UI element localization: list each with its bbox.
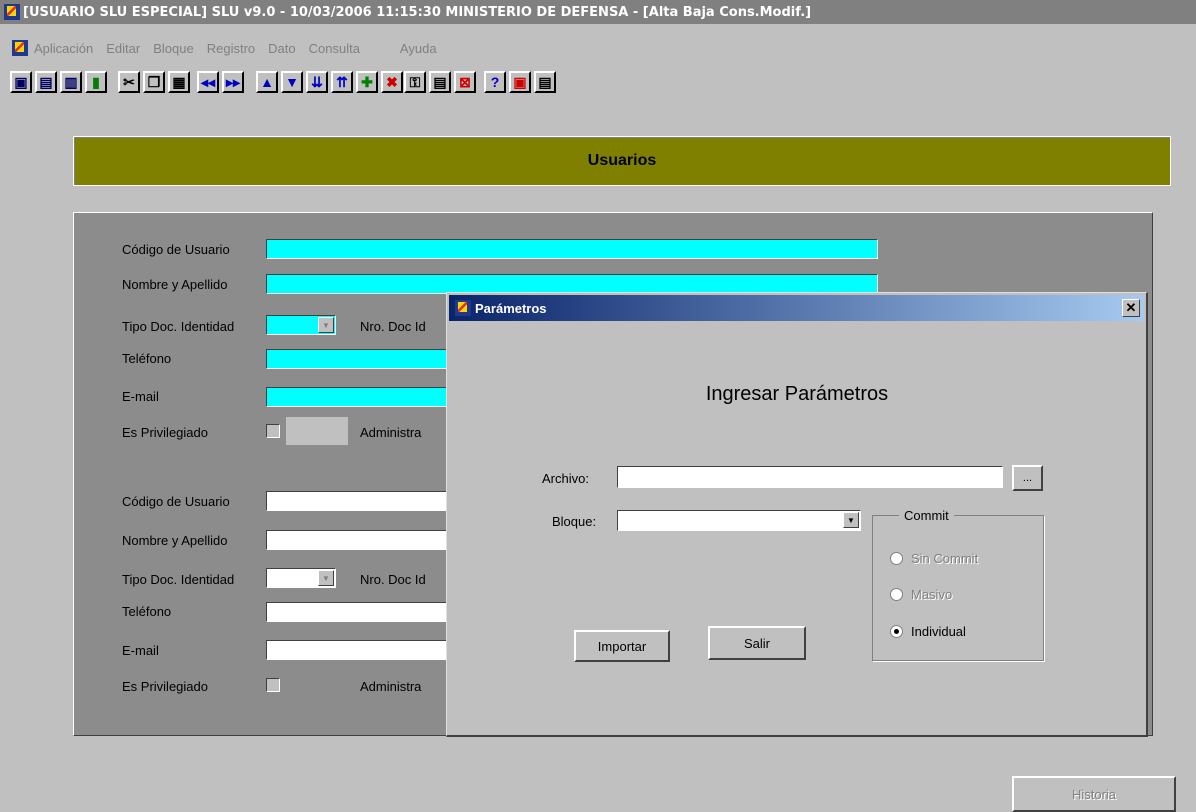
dialog-title-bar[interactable]: Parámetros ✕ [449, 295, 1144, 321]
copy-icon[interactable]: ❐ [143, 71, 165, 93]
display-error-icon[interactable]: ▤ [534, 71, 556, 93]
browse-button[interactable]: ... [1012, 465, 1043, 491]
nombre-apellido-field-2[interactable] [266, 530, 466, 550]
commit-group-label: Commit [899, 508, 954, 523]
chevron-down-icon[interactable]: ▼ [318, 317, 334, 333]
close-icon[interactable]: ✕ [1122, 299, 1140, 317]
tipo-doc-combo-2[interactable]: ▼ [266, 568, 336, 588]
print-preview-icon[interactable]: ▥ [60, 71, 82, 93]
label-archivo: Archivo: [542, 471, 589, 486]
document-icon[interactable] [12, 40, 28, 56]
chevron-down-icon[interactable]: ▼ [318, 570, 334, 586]
tipo-doc-combo[interactable]: ▼ [266, 315, 336, 335]
codigo-usuario-field[interactable] [266, 239, 878, 259]
privilegiado-checkbox-2[interactable] [266, 678, 280, 692]
label-email: E-mail [122, 389, 159, 404]
list-values-icon[interactable]: ▣ [509, 71, 531, 93]
section-title: Usuarios [587, 152, 657, 169]
label-nro-doc-2: Nro. Doc Id [360, 572, 426, 587]
label-tipo-doc: Tipo Doc. Identidad [122, 319, 235, 334]
label-bloque: Bloque: [552, 514, 597, 529]
codigo-usuario-field-2[interactable] [266, 491, 466, 511]
label-administra-2: Administra [360, 679, 422, 694]
app-icon [4, 4, 20, 20]
dialog-title: Parámetros [475, 300, 547, 316]
toolbar-help-group: ? ▣ ▤ [484, 71, 559, 97]
dialog-heading: Ingresar Parámetros [705, 383, 889, 405]
menu-bar: Aplicación Editar Bloque Registro Dato C… [0, 37, 1196, 59]
label-codigo-usuario-2: Código de Usuario [122, 494, 230, 509]
previous-block-icon[interactable]: ◂◂ [197, 71, 219, 93]
label-telefono-2: Teléfono [122, 604, 172, 619]
menu-dato[interactable]: Dato [268, 41, 295, 56]
menu-bloque[interactable]: Bloque [153, 41, 193, 56]
label-tipo-doc-2: Tipo Doc. Identidad [122, 572, 235, 587]
chevron-down-icon[interactable]: ▼ [843, 512, 859, 528]
save-icon[interactable]: ▣ [10, 71, 32, 93]
archivo-input[interactable] [617, 466, 1003, 488]
enter-query-icon[interactable]: ⚿ [404, 71, 426, 93]
sin-commit-label: Sin Commit [911, 551, 979, 566]
historia-button[interactable]: Historia [1012, 776, 1176, 812]
last-record-icon[interactable]: ⇊ [306, 71, 328, 93]
toolbar-query-group: ⚿ ▤ ⊠ [404, 71, 479, 97]
toolbar-record-group: ▲ ▼ ⇊ ⇈ ✚ ✖ [256, 71, 406, 97]
masivo-radio[interactable] [890, 588, 903, 601]
masivo-label: Masivo [911, 587, 953, 602]
label-administra: Administra [360, 425, 422, 440]
toolbar-block-group: ◂◂ ▸▸ [197, 71, 247, 97]
menu-editar[interactable]: Editar [106, 41, 140, 56]
toolbar-file-group: ▣ ▤ ▥ ▮ [10, 71, 110, 97]
label-telefono: Teléfono [122, 351, 172, 366]
next-record-icon[interactable]: ▼ [281, 71, 303, 93]
paste-icon[interactable]: ▦ [168, 71, 190, 93]
importar-button[interactable]: Importar [574, 630, 670, 662]
telefono-field-2[interactable] [266, 602, 466, 622]
label-es-privilegiado-2: Es Privilegiado [122, 679, 208, 694]
execute-query-icon[interactable]: ▤ [429, 71, 451, 93]
individual-label: Individual [911, 624, 966, 639]
menu-registro[interactable]: Registro [207, 41, 255, 56]
cut-icon[interactable]: ✂ [118, 71, 140, 93]
menu-consulta[interactable]: Consulta [309, 41, 360, 56]
delete-record-icon[interactable]: ✖ [381, 71, 403, 93]
sin-commit-radio[interactable] [890, 552, 903, 565]
insert-record-icon[interactable]: ✚ [356, 71, 378, 93]
individual-radio[interactable] [890, 625, 903, 638]
label-codigo-usuario: Código de Usuario [122, 242, 230, 257]
salir-button[interactable]: Salir [708, 626, 806, 660]
label-nro-doc: Nro. Doc Id [360, 319, 426, 334]
section-header: Usuarios [73, 136, 1171, 186]
label-nombre-apellido-2: Nombre y Apellido [122, 533, 228, 548]
next-block-icon[interactable]: ▸▸ [222, 71, 244, 93]
first-record-icon[interactable]: ⇈ [331, 71, 353, 93]
cancel-query-icon[interactable]: ⊠ [454, 71, 476, 93]
label-es-privilegiado: Es Privilegiado [122, 425, 208, 440]
toolbar-edit-group: ✂ ❐ ▦ [118, 71, 193, 97]
window-title: [USUARIO SLU ESPECIAL] SLU v9.0 - 10/03/… [23, 4, 812, 20]
privilegiado-checkbox[interactable] [266, 424, 280, 438]
window-title-bar: [USUARIO SLU ESPECIAL] SLU v9.0 - 10/03/… [0, 0, 1196, 24]
exit-door-icon[interactable]: ▮ [85, 71, 107, 93]
app-icon [455, 300, 471, 316]
bloque-select[interactable]: ▼ [617, 510, 861, 531]
parametros-dialog: Parámetros ✕ Ingresar Parámetros Archivo… [446, 292, 1148, 737]
nombre-apellido-field[interactable] [266, 274, 878, 294]
telefono-field[interactable] [266, 349, 466, 369]
label-nombre-apellido: Nombre y Apellido [122, 277, 228, 292]
label-email-2: E-mail [122, 643, 159, 658]
print-icon[interactable]: ▤ [35, 71, 57, 93]
email-field-2[interactable] [266, 640, 466, 660]
email-field[interactable] [266, 387, 466, 407]
menu-ayuda[interactable]: Ayuda [400, 41, 437, 56]
privilegiado-area [286, 417, 348, 445]
previous-record-icon[interactable]: ▲ [256, 71, 278, 93]
menu-aplicacion[interactable]: Aplicación [34, 41, 93, 56]
help-icon[interactable]: ? [484, 71, 506, 93]
